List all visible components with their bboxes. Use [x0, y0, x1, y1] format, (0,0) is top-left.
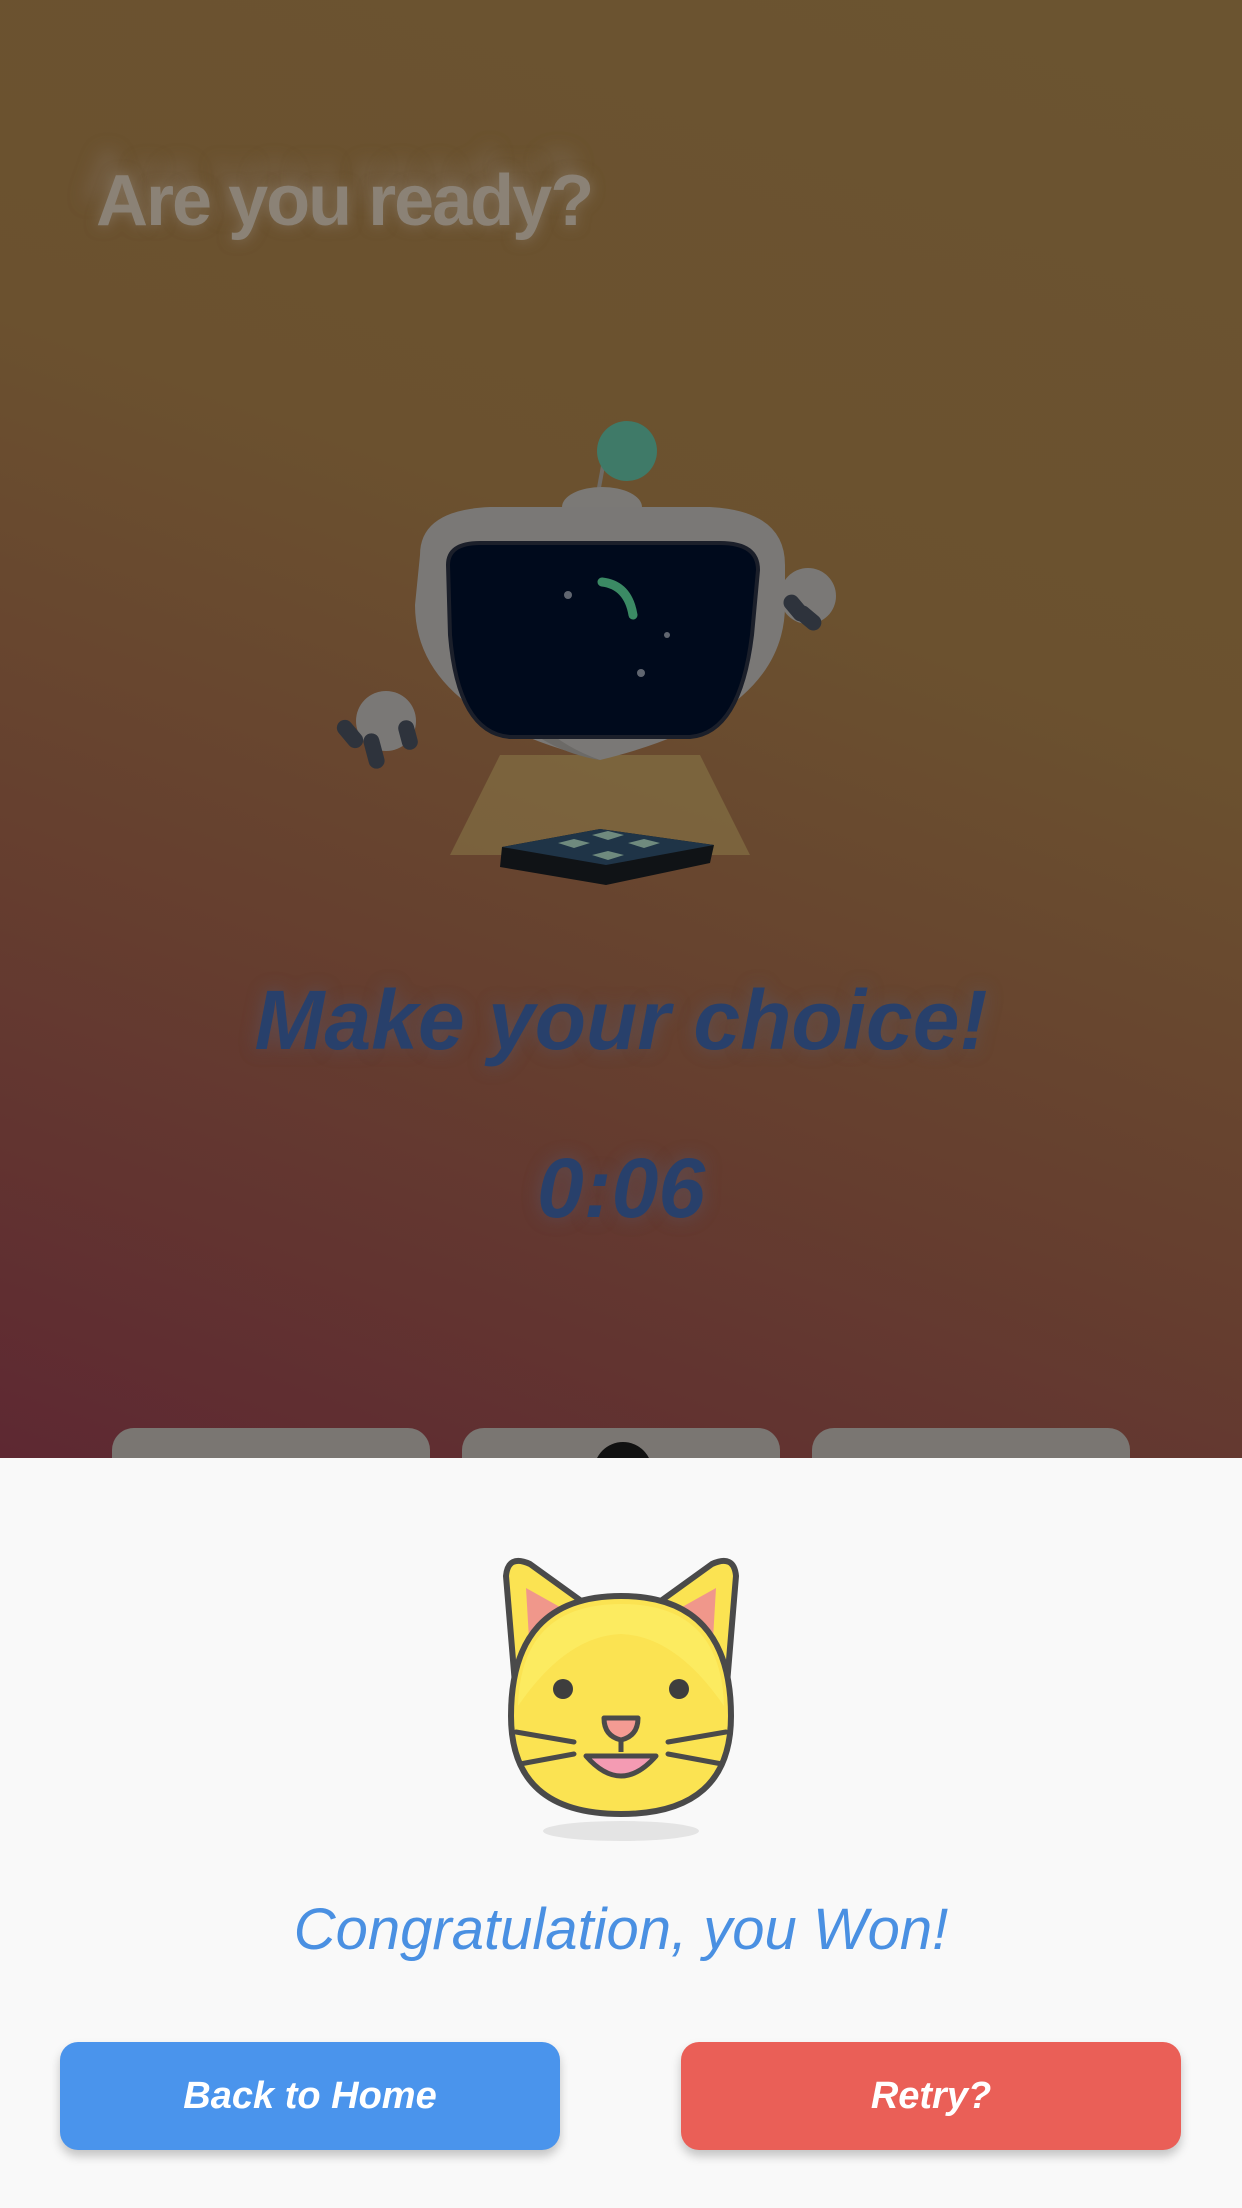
- choice-card-middle[interactable]: [462, 1428, 780, 1460]
- game-screen: Are you ready? Make your choice! 0:06: [0, 0, 1242, 1460]
- choice-cards: [0, 1428, 1242, 1460]
- countdown-timer: 0:06: [536, 1141, 706, 1235]
- robot-illustration: [336, 421, 836, 885]
- grinning-cat-icon: [503, 1558, 739, 1841]
- choice-card-right[interactable]: [812, 1428, 1130, 1460]
- ready-title: Are you ready?: [96, 161, 594, 241]
- back-to-home-button[interactable]: Back to Home: [60, 2042, 560, 2150]
- result-sheet: Congratulation, you Won! Back to Home Re…: [0, 1458, 1242, 2208]
- result-message: Congratulation, you Won!: [293, 1897, 949, 1962]
- retry-button[interactable]: Retry?: [681, 2042, 1181, 2150]
- choice-card-left[interactable]: [112, 1428, 430, 1460]
- make-choice-prompt: Make your choice!: [254, 973, 988, 1067]
